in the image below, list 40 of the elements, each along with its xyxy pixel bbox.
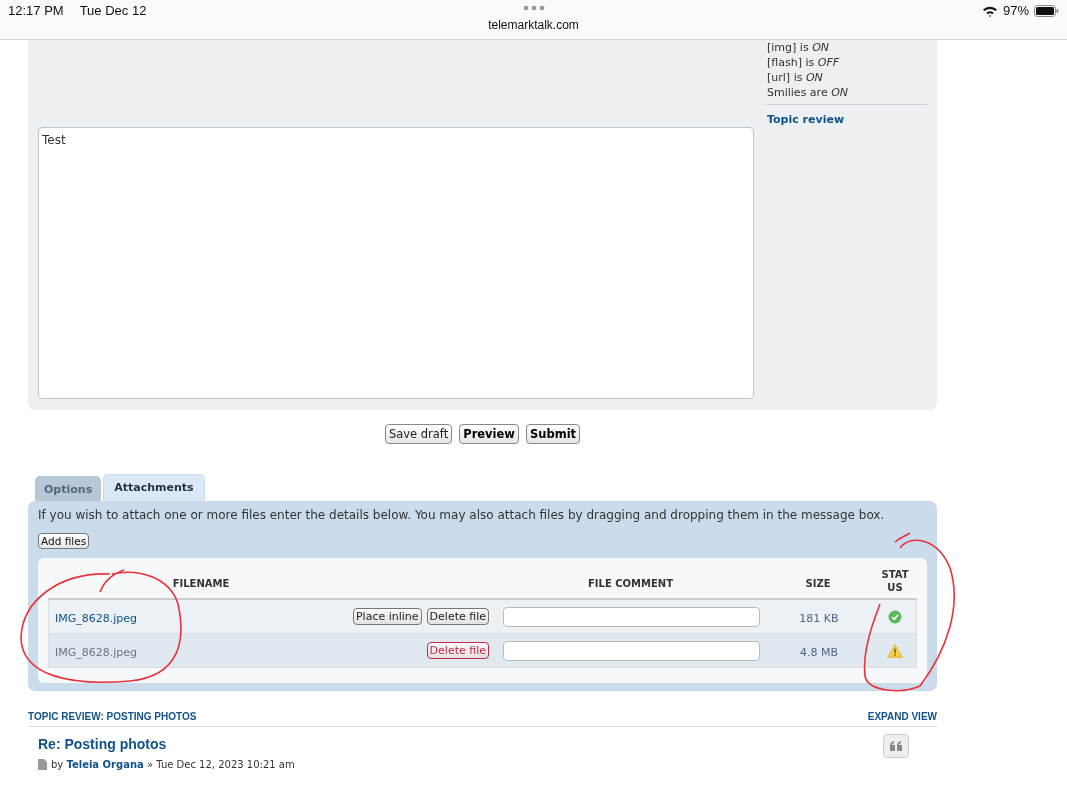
topic-review-heading[interactable]: TOPIC REVIEW: POSTING PHOTOS	[28, 711, 197, 722]
form-button[interactable]: Save draft	[384, 424, 453, 444]
file-size: 181 KB	[799, 612, 839, 625]
bbcode-status: [flash] is OFF	[767, 55, 841, 70]
quote-icon	[890, 741, 902, 751]
comment-field[interactable]	[503, 640, 760, 661]
bbcode-status: [url] is ON	[767, 70, 824, 85]
battery-icon	[1034, 4, 1059, 17]
expand-view-link[interactable]: EXPAND VIEW	[867, 711, 937, 722]
file-action-button[interactable]: Place inline	[352, 608, 422, 625]
form-button[interactable]: Preview	[459, 424, 519, 444]
delete-file-button[interactable]: Delete file	[426, 642, 489, 659]
more-icon[interactable]	[522, 5, 545, 11]
column-header: SIZE	[805, 577, 831, 589]
attachments-intro: If you wish to attach one or more files enter the details below. You may also attach files by dragging and dropping them in the message box.	[38, 507, 886, 523]
date-text: Tue Dec 12	[79, 3, 147, 18]
comment-field[interactable]	[503, 606, 760, 627]
quote-button[interactable]	[883, 734, 909, 758]
bbcode-status: Smilies are ON	[767, 85, 850, 100]
message-field[interactable]: Test	[38, 127, 754, 399]
form-button[interactable]: Submit	[526, 424, 581, 444]
column-header: FILE COMMENT	[588, 577, 673, 589]
battery-percent: 97%	[1002, 3, 1029, 18]
bbcode-status: [img] is ON	[767, 40, 830, 55]
tab[interactable]: Attachments	[103, 474, 205, 501]
clock-time: 12:17 PM	[8, 3, 64, 18]
topic-review-link[interactable]: Topic review	[767, 113, 845, 126]
post-title[interactable]: Re: Posting photos	[38, 736, 167, 752]
add-files-button[interactable]: Add files	[38, 533, 90, 549]
url-text[interactable]: telemarktalk.com	[488, 18, 579, 32]
post-meta: by Teleia Organa » Tue Dec 12, 2023 10:21 am	[51, 759, 295, 770]
file-action-button[interactable]: Delete file	[426, 608, 489, 625]
author-link[interactable]: Teleia Organa	[66, 759, 144, 770]
file-link[interactable]: IMG_8628.jpeg	[55, 646, 138, 659]
column-header: FILENAME	[172, 577, 230, 589]
column-header: STAT US	[880, 568, 910, 594]
post-icon	[38, 759, 47, 770]
wifi-icon	[981, 4, 998, 17]
file-size: 4.8 MB	[800, 646, 838, 659]
file-link[interactable]: IMG_8628.jpeg	[55, 612, 138, 625]
